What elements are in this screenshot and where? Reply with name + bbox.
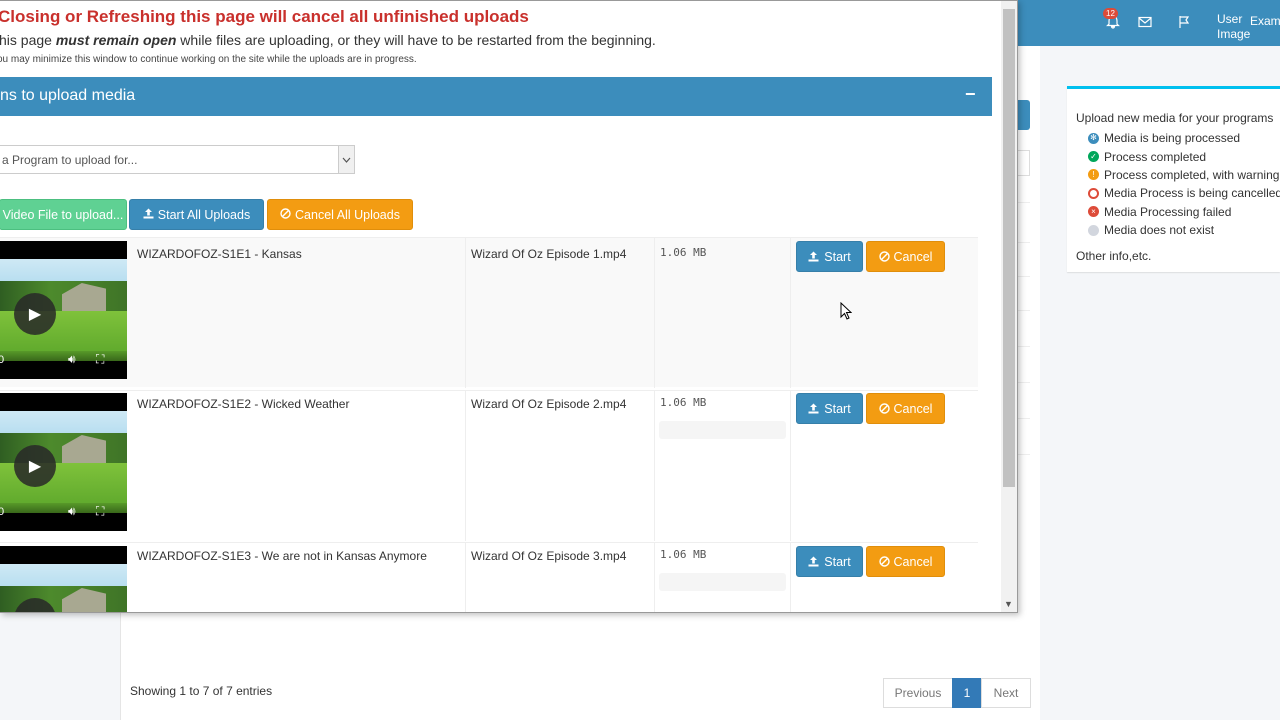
legend-label: Process completed (1104, 149, 1207, 164)
times-icon: × (1088, 206, 1099, 218)
upload-icon (143, 208, 154, 222)
upload-progress-bar (659, 421, 786, 439)
video-time: 0 (0, 354, 4, 366)
legend-item-completed: ✓ Process completed (1076, 147, 1280, 165)
play-icon[interactable]: ▶ (14, 293, 56, 335)
start-upload-button[interactable]: Start (796, 546, 863, 577)
background-blue-button (1018, 100, 1030, 130)
instructions-panel-header[interactable]: ns to upload media − (0, 77, 992, 116)
background-row-line (1018, 418, 1030, 419)
start-all-uploads-button[interactable]: Start All Uploads (129, 199, 264, 230)
cancel-all-uploads-button[interactable]: Cancel All Uploads (267, 199, 413, 230)
play-icon[interactable]: ▶ (14, 445, 56, 487)
volume-icon[interactable]: 🔊︎ (68, 352, 76, 367)
video-preview[interactable]: ▶ 0 🔊︎ ⛶ (0, 393, 127, 531)
start-upload-button[interactable]: Start (796, 393, 863, 424)
video-preview[interactable]: ▶ (0, 546, 127, 612)
add-file-label: Video File to upload... (2, 207, 124, 222)
background-sidebar (0, 612, 120, 720)
upload-modal: ✕ Closing or Refreshing this page will c… (0, 0, 1018, 613)
video-preview[interactable]: ▶ 0 🔊︎ ⛶ (0, 241, 127, 379)
add-video-file-button[interactable]: Video File to upload... (0, 199, 127, 230)
upload-row: ▶ 0 🔊︎ ⛶ WIZARDOFOZ-S1E2 - Wicked Weathe… (0, 390, 978, 541)
cancel-upload-button[interactable]: Cancel (866, 241, 945, 272)
legend-label: Media Processing failed (1104, 204, 1232, 219)
file-size: 1.06 MB (660, 548, 707, 561)
legend-item-processing: ✻ Media is being processed (1076, 129, 1280, 147)
legend-label: Media is being processed (1104, 131, 1241, 146)
background-row-line (1018, 202, 1030, 203)
envelope-icon[interactable] (1135, 12, 1155, 32)
user-name[interactable]: Examp (1250, 14, 1280, 28)
file-name: Wizard Of Oz Episode 1.mp4 (471, 247, 627, 261)
background-row-line (1018, 346, 1030, 347)
start-upload-button[interactable]: Start (796, 241, 863, 272)
pagination-page-1[interactable]: 1 (952, 678, 982, 708)
upload-progress-bar (659, 573, 786, 591)
media-title: WIZARDOFOZ-S1E3 - We are not in Kansas A… (137, 549, 427, 563)
instructions-title: ns to upload media (0, 87, 136, 104)
background-row-line (1018, 310, 1030, 311)
start-all-label: Start All Uploads (157, 207, 251, 222)
background-row-line (1018, 382, 1030, 383)
program-select[interactable]: a Program to upload for... (0, 145, 355, 174)
modal-scrollbar[interactable]: ▼ (1001, 1, 1017, 612)
background-row-line (1018, 454, 1030, 455)
legend-title: Upload new media for your programs (1076, 111, 1274, 125)
chevron-down-icon[interactable] (338, 146, 354, 173)
circle-icon (1088, 224, 1099, 236)
mouse-cursor-icon (840, 302, 852, 320)
file-size: 1.06 MB (660, 246, 707, 259)
media-title: WIZARDOFOZ-S1E2 - Wicked Weather (137, 397, 350, 411)
upload-row: ▶ WIZARDOFOZ-S1E3 - We are not in Kansas… (0, 542, 978, 612)
collapse-icon[interactable]: − (965, 84, 976, 105)
program-select-value: a Program to upload for... (2, 153, 138, 167)
fullscreen-icon[interactable]: ⛶ (96, 504, 104, 519)
warning-note: ou may minimize this window to continue … (0, 54, 417, 65)
warning-title: Closing or Refreshing this page will can… (0, 7, 529, 26)
legend-other-info: Other info,etc. (1076, 249, 1152, 264)
legend-item-failed: × Media Processing failed (1076, 203, 1280, 221)
legend-label: Process completed, with warning (1104, 167, 1280, 182)
background-row-line (1018, 276, 1030, 277)
cancel-upload-button[interactable]: Cancel (866, 393, 945, 424)
file-name: Wizard Of Oz Episode 3.mp4 (471, 549, 627, 563)
fullscreen-icon[interactable]: ⛶ (96, 352, 104, 367)
notification-badge: 12 (1103, 8, 1118, 19)
warning-message: his page must remain open while files ar… (0, 32, 656, 48)
warning-icon: ! (1088, 169, 1099, 181)
legend-label: Media does not exist (1104, 223, 1215, 238)
ban-icon (1088, 187, 1099, 199)
cancel-all-label: Cancel All Uploads (295, 207, 400, 222)
legend-item-cancelling: Media Process is being cancelled (1076, 184, 1280, 202)
scroll-down-arrow-icon[interactable]: ▼ (1004, 599, 1013, 609)
file-name: Wizard Of Oz Episode 2.mp4 (471, 397, 627, 411)
ban-icon (280, 207, 291, 222)
check-icon: ✓ (1088, 151, 1099, 163)
upload-row: ▶ 0 🔊︎ ⛶ WIZARDOFOZ-S1E1 - Kansas Wizard… (0, 237, 978, 388)
pagination-previous[interactable]: Previous (883, 678, 953, 708)
flag-icon[interactable] (1174, 12, 1194, 32)
user-image[interactable]: User Image (1217, 12, 1251, 42)
table-info-text: Showing 1 to 7 of 7 entries (130, 684, 273, 698)
file-size: 1.06 MB (660, 396, 707, 409)
legend-item-warning: ! Process completed, with warning (1076, 166, 1280, 184)
background-row-line (1018, 242, 1030, 243)
media-title: WIZARDOFOZ-S1E1 - Kansas (137, 247, 302, 261)
legend-item-not-exist: Media does not exist (1076, 221, 1280, 239)
video-time: 0 (0, 506, 4, 518)
volume-icon[interactable]: 🔊︎ (68, 504, 76, 519)
status-legend-box: Upload new media for your programs ✻ Med… (1067, 86, 1280, 272)
background-table-edge (1018, 46, 1040, 612)
pagination-next[interactable]: Next (981, 678, 1031, 708)
background-search-box (1018, 150, 1030, 176)
scrollbar-thumb[interactable] (1003, 9, 1015, 487)
legend-label: Media Process is being cancelled (1104, 186, 1280, 201)
gear-icon: ✻ (1088, 132, 1099, 144)
cancel-upload-button[interactable]: Cancel (866, 546, 945, 577)
